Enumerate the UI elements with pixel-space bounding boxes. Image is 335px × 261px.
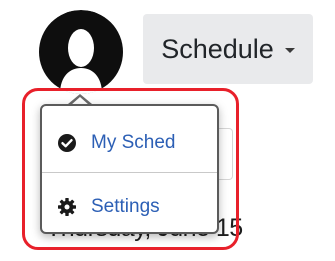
- schedule-button-label: Schedule: [161, 33, 274, 64]
- menu-item-label: My Sched: [91, 132, 176, 153]
- menu-item-settings[interactable]: Settings: [42, 176, 217, 238]
- caret-down-icon: [284, 48, 295, 53]
- menu-divider: [42, 172, 217, 173]
- avatar[interactable]: [38, 10, 124, 94]
- user-silhouette-icon: [39, 10, 123, 94]
- user-dropdown-menu: My Sched Settings: [40, 104, 219, 234]
- menu-item-label: Settings: [91, 196, 160, 217]
- check-circle-icon: [57, 133, 77, 153]
- schedule-dropdown-button[interactable]: Schedule: [143, 14, 313, 84]
- menu-item-my-sched[interactable]: My Sched: [42, 112, 217, 174]
- gear-icon: [57, 197, 77, 217]
